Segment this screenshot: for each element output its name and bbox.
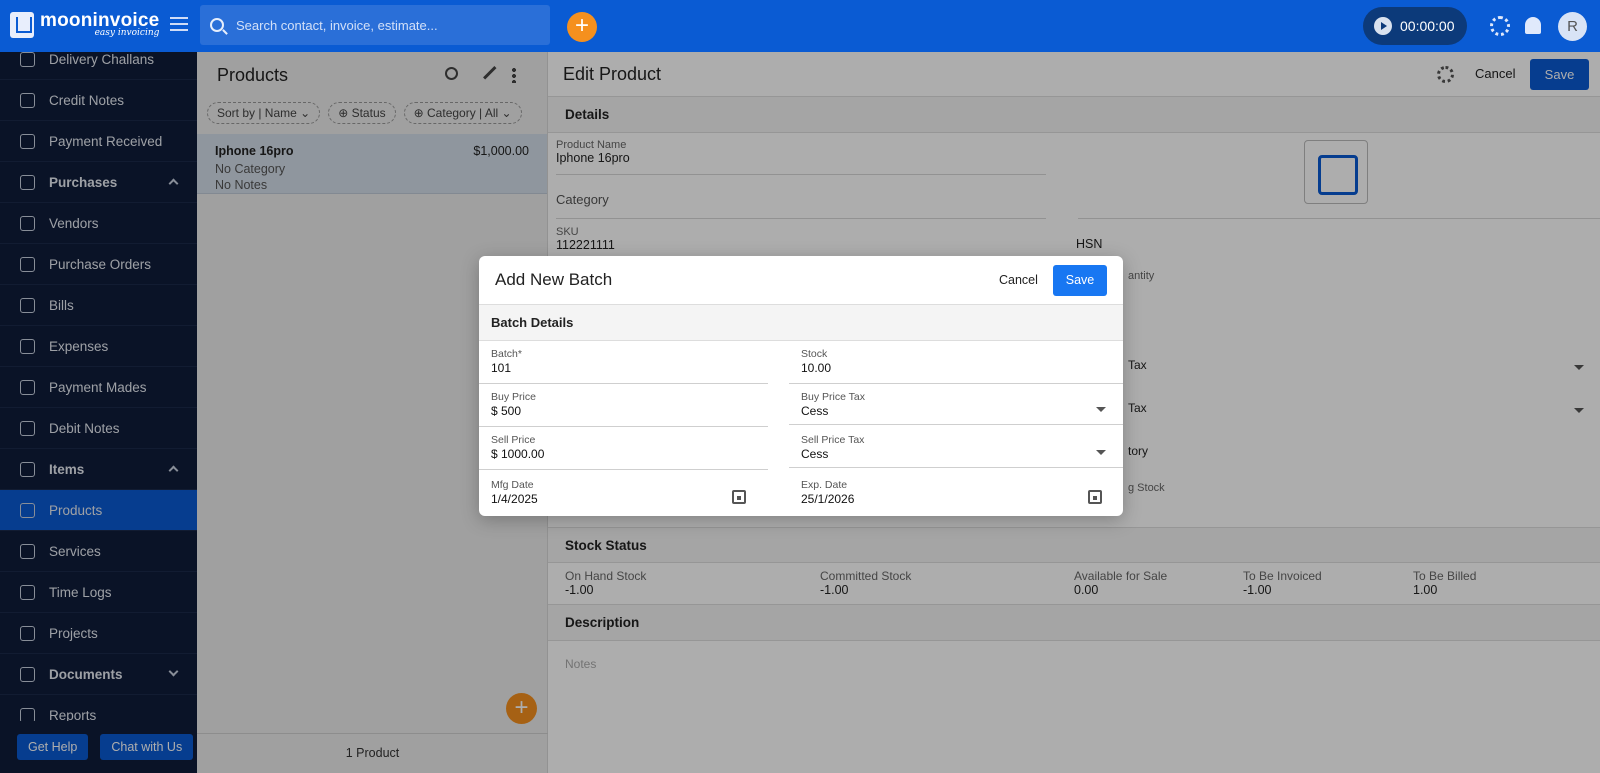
global-search[interactable]: [200, 5, 550, 45]
divider: [789, 467, 1123, 468]
field-label: Sell Price Tax: [801, 434, 865, 446]
divider: [479, 383, 768, 384]
search-input[interactable]: [236, 17, 536, 33]
avatar[interactable]: R: [1558, 12, 1587, 41]
bell-icon[interactable]: [1525, 17, 1541, 34]
divider: [479, 469, 768, 470]
calendar-icon[interactable]: [732, 490, 746, 504]
logo-icon: [10, 12, 34, 38]
divider: [789, 383, 1123, 384]
divider: [789, 424, 1123, 425]
chevron-down-icon[interactable]: [1096, 407, 1106, 412]
field-label: Exp. Date: [801, 479, 848, 491]
sell-price-field[interactable]: Sell Price $ 1000.00: [479, 434, 544, 461]
buy-price-field[interactable]: Buy Price $ 500: [479, 391, 536, 418]
save-button[interactable]: Save: [1053, 265, 1107, 296]
field-label: Buy Price Tax: [801, 391, 865, 403]
field-value: Cess: [801, 404, 829, 418]
dialog-header: Add New Batch Cancel Save: [479, 256, 1123, 305]
field-value: 10.00: [801, 361, 832, 375]
buy-price-tax-select[interactable]: Buy Price Tax Cess: [789, 391, 865, 418]
sell-price-tax-select[interactable]: Sell Price Tax Cess: [789, 434, 864, 461]
stock-field[interactable]: Stock 10.00: [789, 348, 831, 375]
field-label: Batch*: [491, 348, 522, 360]
field-value: Cess: [801, 447, 829, 461]
field-label: Mfg Date: [491, 479, 534, 491]
field-label: Sell Price: [491, 434, 536, 446]
field-value: $ 1000.00: [491, 447, 545, 461]
chevron-down-icon[interactable]: [1096, 450, 1106, 455]
field-value: 25/1/2026: [801, 492, 855, 506]
batch-field[interactable]: Batch* 101: [479, 348, 522, 375]
field-label: Buy Price: [491, 391, 536, 403]
top-bar: mooninvoice easy invoicing + 00:00:00 R: [0, 0, 1600, 52]
dialog-title: Add New Batch: [495, 270, 613, 289]
exp-date-field[interactable]: Exp. Date 25/1/2026: [789, 479, 854, 506]
settings-icon[interactable]: [1490, 16, 1510, 36]
field-value: $ 500: [491, 404, 522, 418]
add-batch-dialog: Add New Batch Cancel Save Batch Details …: [479, 256, 1123, 516]
calendar-icon[interactable]: [1088, 490, 1102, 504]
cancel-button[interactable]: Cancel: [999, 273, 1038, 287]
play-icon: [1374, 17, 1392, 35]
field-value: 1/4/2025: [491, 492, 538, 506]
search-icon: [210, 18, 224, 32]
mfg-date-field[interactable]: Mfg Date 1/4/2025: [479, 479, 538, 506]
field-label: Stock: [801, 348, 828, 360]
timer-value: 00:00:00: [1400, 18, 1455, 34]
menu-icon[interactable]: [170, 17, 188, 31]
divider: [479, 426, 768, 427]
timer-button[interactable]: 00:00:00: [1363, 7, 1467, 45]
field-value: 101: [491, 361, 512, 375]
batch-details-title: Batch Details: [479, 305, 1123, 341]
quick-add-button[interactable]: +: [567, 12, 597, 42]
logo[interactable]: mooninvoice easy invoicing: [10, 11, 159, 38]
